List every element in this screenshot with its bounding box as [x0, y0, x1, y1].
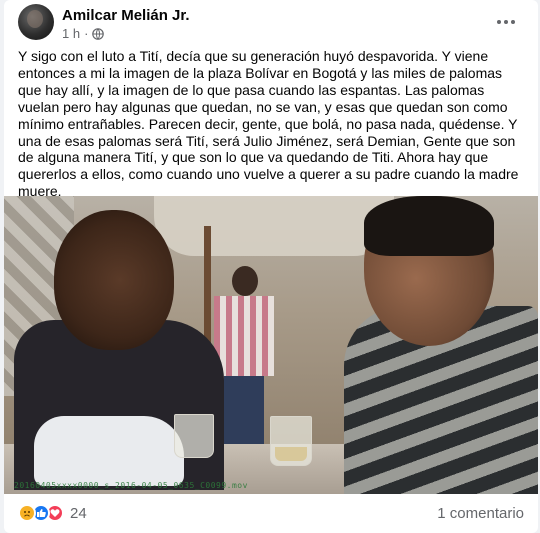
post-header: Amilcar Melián Jr. 1 h · — [4, 0, 538, 44]
meta-separator: · — [84, 26, 89, 41]
glass-right — [270, 416, 312, 466]
photo-timecode: 20160405xxxx0000_s_2016-04-05_0635_C0099… — [14, 481, 248, 490]
sad-reaction-icon — [18, 504, 36, 522]
post-text: Y sigo con el luto a Tití, decía que su … — [18, 48, 519, 200]
post-card: Amilcar Melián Jr. 1 h · Y sigo con el l… — [4, 0, 538, 533]
author-name[interactable]: Amilcar Melián Jr. — [62, 7, 190, 24]
globe-icon — [92, 27, 105, 40]
comments-count-link[interactable]: 1 comentario — [437, 505, 524, 522]
post-photo[interactable]: 20160405xxxx0000_s_2016-04-05_0635_C0099… — [4, 196, 538, 494]
reaction-count: 24 — [70, 504, 87, 522]
avatar[interactable] — [18, 4, 54, 40]
man-right — [334, 196, 538, 494]
post-meta: 1 h · — [62, 26, 105, 41]
more-options-icon[interactable] — [494, 10, 518, 34]
glass-left — [174, 414, 214, 458]
reactions-summary[interactable]: 24 — [18, 504, 87, 522]
post-time[interactable]: 1 h — [62, 26, 80, 41]
post-footer: 24 1 comentario — [4, 494, 538, 533]
